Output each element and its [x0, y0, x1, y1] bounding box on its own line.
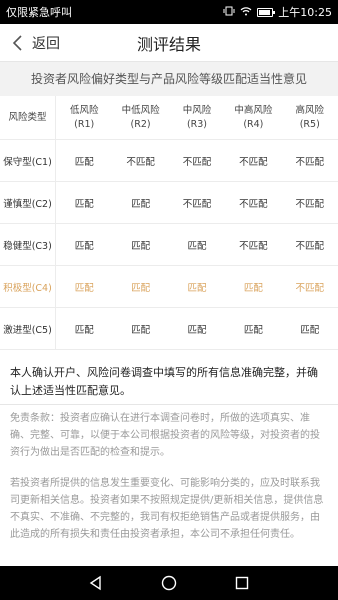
carrier-text: 仅限紧急呼叫	[6, 6, 72, 19]
row-type-label: 稳健型(C3)	[0, 224, 56, 265]
match-cell: 不匹配	[182, 156, 212, 168]
status-time: 上午10:25	[278, 6, 332, 19]
table-row: 谨慎型(C2) 匹配 匹配 不匹配 不匹配 不匹配	[0, 182, 338, 224]
confirmation-text: 本人确认开户、风险问卷调查中填写的所有信息准确完整，并确认上述适当性匹配意见。	[10, 366, 318, 397]
table-row: 稳健型(C3) 匹配 匹配 匹配 不匹配 不匹配	[0, 224, 338, 266]
wifi-icon	[240, 6, 252, 19]
row-type-label: 保守型(C1)	[0, 140, 56, 181]
table-row: 激进型(C5) 匹配 匹配 匹配 匹配 匹配	[0, 308, 338, 350]
row-type-label: 激进型(C5)	[0, 308, 56, 349]
match-cell: 匹配	[74, 156, 94, 168]
match-cell: 匹配	[131, 324, 151, 336]
disclaimer-paragraph: 若投资者所提供的信息发生重要变化、可能影响分类的，应及时联系我司更新相关信息。投…	[10, 478, 324, 540]
match-cell: 不匹配	[239, 198, 268, 210]
match-cell: 不匹配	[239, 240, 268, 252]
system-navigation-bar	[0, 566, 338, 600]
column-header: 中低风险 (R2)	[121, 104, 160, 130]
risk-match-table: 风险类型 低风险 (R1) 中低风险 (R2) 中风险 (R3) 中高风险 (R4) 高…	[0, 96, 338, 350]
vibrate-icon	[223, 6, 235, 19]
column-header: 高风险 (R5)	[295, 104, 325, 130]
match-cell: 匹配	[300, 324, 320, 336]
table-subtitle: 投资者风险偏好类型与产品风险等级匹配适当性意见	[0, 62, 338, 96]
status-bar: 仅限紧急呼叫 上午10:25	[0, 0, 338, 24]
corner-label: 风险类型	[0, 96, 56, 139]
match-cell: 匹配	[131, 240, 151, 252]
table-header-row: 风险类型 低风险 (R1) 中低风险 (R2) 中风险 (R3) 中高风险 (R4) 高…	[0, 96, 338, 140]
match-cell: 不匹配	[295, 282, 325, 294]
row-type-label: 积极型(C4)	[0, 266, 56, 307]
match-cell: 不匹配	[126, 156, 155, 168]
match-cell: 不匹配	[295, 198, 325, 210]
navigation-bar: 返回 测评结果	[0, 24, 338, 62]
chevron-left-icon	[10, 33, 26, 53]
match-cell: 匹配	[187, 282, 207, 294]
match-cell: 匹配	[74, 282, 94, 294]
match-cell: 匹配	[187, 324, 207, 336]
table-row-highlighted: 积极型(C4) 匹配 匹配 匹配 匹配 不匹配	[0, 266, 338, 308]
match-cell: 匹配	[131, 198, 151, 210]
match-cell: 匹配	[243, 324, 263, 336]
disclaimer-paragraph: 免责条款：投资者应确认在进行本调查问卷时，所做的选项真实、准确、完整、可靠，以便…	[10, 413, 320, 458]
match-cell: 不匹配	[239, 156, 268, 168]
divider	[0, 404, 338, 405]
match-cell: 匹配	[243, 282, 263, 294]
home-circle-icon[interactable]	[159, 573, 179, 593]
column-header: 中高风险 (R4)	[234, 104, 273, 130]
match-cell: 匹配	[74, 324, 94, 336]
row-type-label: 谨慎型(C2)	[0, 182, 56, 223]
match-cell: 不匹配	[182, 198, 212, 210]
back-triangle-icon[interactable]	[86, 573, 106, 593]
recents-square-icon[interactable]	[232, 573, 252, 593]
column-header: 低风险 (R1)	[69, 104, 99, 130]
match-cell: 匹配	[187, 240, 207, 252]
disclaimer: 免责条款：投资者应确认在进行本调查问卷时，所做的选项真实、准确、完整、可靠，以便…	[10, 410, 328, 557]
match-cell: 匹配	[131, 282, 151, 294]
battery-icon	[257, 7, 276, 17]
table-row: 保守型(C1) 匹配 不匹配 不匹配 不匹配 不匹配	[0, 140, 338, 182]
column-header: 中风险 (R3)	[182, 104, 212, 130]
back-label: 返回	[32, 35, 60, 52]
match-cell: 匹配	[74, 198, 94, 210]
back-button[interactable]: 返回	[0, 24, 60, 61]
match-cell: 不匹配	[295, 156, 325, 168]
match-cell: 不匹配	[295, 240, 325, 252]
match-cell: 匹配	[74, 240, 94, 252]
